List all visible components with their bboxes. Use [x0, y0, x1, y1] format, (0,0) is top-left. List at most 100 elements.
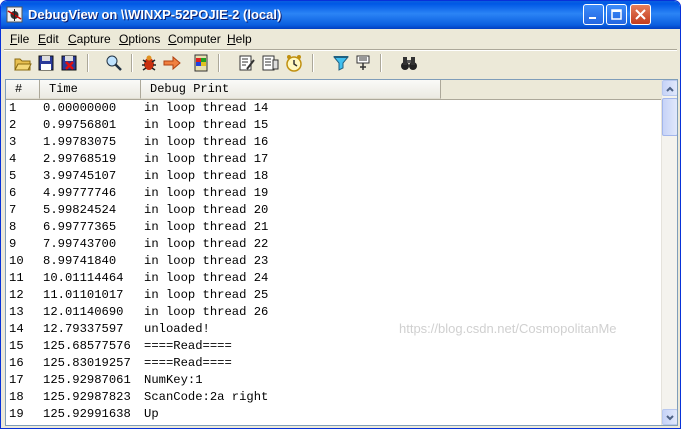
toolbar-separator — [380, 54, 382, 72]
log-message: in loop thread 23 — [144, 254, 269, 268]
column-header: # Time Debug Print — [6, 80, 661, 100]
toolbar — [4, 51, 677, 75]
maximize-button[interactable] — [606, 4, 627, 25]
menu-file[interactable]: File — [10, 32, 29, 46]
column-header-debug-print[interactable]: Debug Print — [141, 80, 441, 99]
scroll-up-button[interactable] — [662, 80, 677, 96]
log-message: in loop thread 14 — [144, 101, 269, 115]
log-time: 12.01140690 — [43, 305, 124, 319]
minimize-button[interactable] — [583, 4, 604, 25]
log-time: 7.99743700 — [43, 237, 117, 251]
log-index: 9 — [9, 237, 17, 251]
vertical-scrollbar[interactable] — [661, 80, 677, 425]
log-message: in loop thread 15 — [144, 118, 269, 132]
debugview-window: DebugView on \\WINXP-52POJIE-2 (local) F… — [0, 0, 681, 429]
autoscroll-icon[interactable] — [163, 54, 181, 72]
menu-options[interactable]: Options — [119, 32, 160, 46]
log-time: 6.99777365 — [43, 220, 117, 234]
log-index: 6 — [9, 186, 17, 200]
log-row[interactable]: 18 125.92987823 ScanCode:2a right — [6, 389, 661, 406]
log-row[interactable]: 2 0.99756801 in loop thread 15 — [6, 117, 661, 134]
log-message: in loop thread 18 — [144, 169, 269, 183]
title-bar[interactable]: DebugView on \\WINXP-52POJIE-2 (local) — [1, 1, 680, 29]
log-message: ScanCode:2a right — [144, 390, 269, 404]
log-time: 0.99756801 — [43, 118, 117, 132]
log-time: 0.00000000 — [43, 101, 117, 115]
column-header-time[interactable]: Time — [40, 80, 141, 99]
log-row[interactable]: 8 6.99777365 in loop thread 21 — [6, 219, 661, 236]
column-header-index[interactable]: # — [6, 80, 40, 99]
capture-kernel-icon[interactable] — [192, 54, 210, 72]
log-time: 125.68577576 — [43, 339, 131, 353]
log-row[interactable]: 11 10.01114464 in loop thread 24 — [6, 270, 661, 287]
log-index: 15 — [9, 339, 24, 353]
window-title: DebugView on \\WINXP-52POJIE-2 (local) — [28, 7, 282, 22]
open-icon[interactable] — [14, 54, 32, 72]
log-row[interactable]: 12 11.01101017 in loop thread 25 — [6, 287, 661, 304]
log-index: 3 — [9, 135, 17, 149]
log-row[interactable]: 15 125.68577576 ====Read==== — [6, 338, 661, 355]
capture-icon[interactable] — [140, 54, 158, 72]
binoculars-icon[interactable] — [400, 54, 418, 72]
clock-icon[interactable] — [285, 54, 303, 72]
log-row[interactable]: 7 5.99824524 in loop thread 20 — [6, 202, 661, 219]
log-row[interactable]: 9 7.99743700 in loop thread 22 — [6, 236, 661, 253]
log-message: unloaded! — [144, 322, 210, 336]
toolbar-separator — [131, 54, 133, 72]
log-time: 2.99768519 — [43, 152, 117, 166]
maximize-icon — [611, 9, 622, 20]
log-message: in loop thread 16 — [144, 135, 269, 149]
log-index: 7 — [9, 203, 17, 217]
save-icon[interactable] — [37, 54, 55, 72]
log-row[interactable]: 1 0.00000000 in loop thread 14 — [6, 100, 661, 117]
log-time: 125.92991638 — [43, 407, 131, 421]
log-row[interactable]: 13 12.01140690 in loop thread 26 — [6, 304, 661, 321]
filter-icon[interactable] — [238, 54, 256, 72]
log-row[interactable]: 4 2.99768519 in loop thread 17 — [6, 151, 661, 168]
log-row[interactable]: 17 125.92987061 NumKey:1 — [6, 372, 661, 389]
scroll-down-button[interactable] — [662, 409, 677, 425]
history-icon[interactable] — [332, 54, 350, 72]
log-time: 4.99777746 — [43, 186, 117, 200]
log-index: 10 — [9, 254, 24, 268]
pin-icon[interactable] — [354, 54, 372, 72]
toolbar-separator — [218, 54, 220, 72]
scroll-thumb[interactable] — [662, 98, 677, 136]
scroll-down-icon — [666, 415, 674, 421]
log-row[interactable]: 10 8.99741840 in loop thread 23 — [6, 253, 661, 270]
log-message: in loop thread 19 — [144, 186, 269, 200]
close-button[interactable] — [630, 4, 651, 25]
log-index: 17 — [9, 373, 24, 387]
log-message: in loop thread 20 — [144, 203, 269, 217]
log-row[interactable]: 6 4.99777746 in loop thread 19 — [6, 185, 661, 202]
menu-computer[interactable]: Computer — [168, 32, 221, 46]
log-time: 11.01101017 — [43, 288, 124, 302]
log-index: 13 — [9, 305, 24, 319]
log-row[interactable]: 3 1.99783075 in loop thread 16 — [6, 134, 661, 151]
log-time: 125.92987823 — [43, 390, 131, 404]
watermark: https://blog.csdn.net/CosmopolitanMe — [399, 321, 617, 336]
log-row[interactable]: 5 3.99745107 in loop thread 18 — [6, 168, 661, 185]
log-index: 1 — [9, 101, 17, 115]
find-icon[interactable] — [105, 54, 123, 72]
log-list[interactable]: # Time Debug Print 1 0.00000000 in loop th… — [5, 79, 678, 426]
log-time: 1.99783075 — [43, 135, 117, 149]
log-message: in loop thread 22 — [144, 237, 269, 251]
minimize-icon — [589, 17, 596, 19]
log-index: 8 — [9, 220, 17, 234]
menu-edit[interactable]: Edit — [38, 32, 59, 46]
close-icon — [635, 9, 646, 20]
highlight-icon[interactable] — [261, 54, 279, 72]
log-index: 4 — [9, 152, 17, 166]
log-time: 10.01114464 — [43, 271, 124, 285]
log-message: in loop thread 17 — [144, 152, 269, 166]
log-message: in loop thread 24 — [144, 271, 269, 285]
menu-help[interactable]: Help — [227, 32, 252, 46]
log-index: 16 — [9, 356, 24, 370]
menu-capture[interactable]: Capture — [68, 32, 111, 46]
log-row[interactable]: 16 125.83019257 ====Read==== — [6, 355, 661, 372]
clear-icon[interactable] — [60, 54, 78, 72]
log-index: 11 — [9, 271, 24, 285]
log-row[interactable]: 19 125.92991638 Up — [6, 406, 661, 423]
menu-bar: File Edit Capture Options Computer Help — [4, 29, 677, 49]
